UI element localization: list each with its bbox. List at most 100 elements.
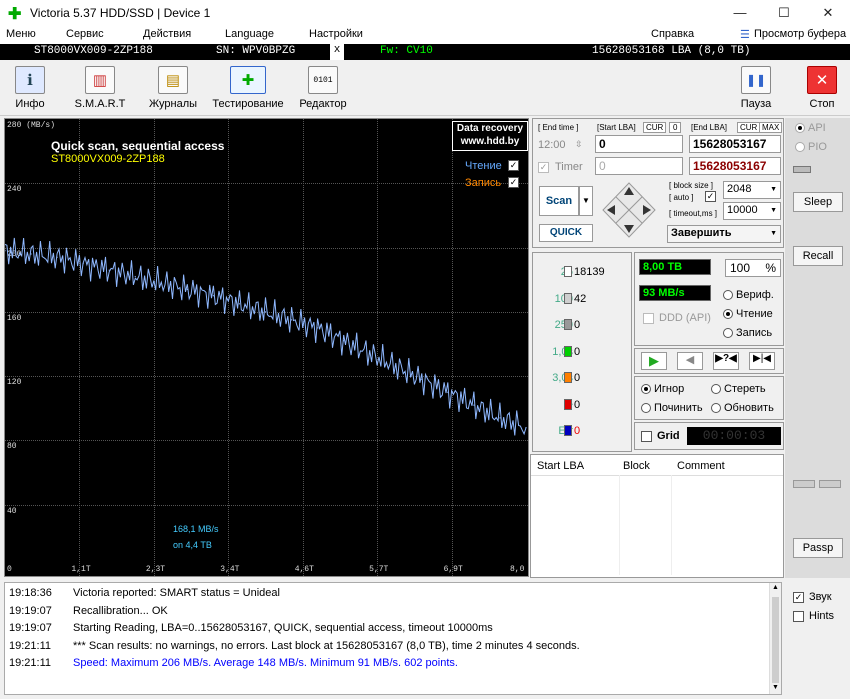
pause-button[interactable]: ❚❚ Пауза: [738, 66, 774, 110]
scroll-down-icon[interactable]: ▼: [772, 684, 779, 691]
block-lamp[interactable]: [564, 425, 572, 436]
write-option[interactable]: Запись: [723, 327, 772, 339]
pio-option[interactable]: PIO: [795, 141, 827, 153]
ddd-checkbox[interactable]: [643, 313, 654, 324]
read-radio[interactable]: [723, 309, 733, 320]
end-lba-field[interactable]: 15628053167: [689, 135, 781, 153]
control-panel: [ End time ] [Start LBA] CUR 0 [End LBA]…: [530, 118, 784, 578]
erase-radio[interactable]: [711, 384, 721, 395]
block-size-value: 2048: [727, 183, 752, 195]
testing-button[interactable]: ✚ Тестирование: [212, 66, 284, 110]
stop-button[interactable]: ✕ Стоп: [804, 66, 840, 110]
menu-item-language[interactable]: Language: [225, 28, 274, 40]
sound-checkbox[interactable]: ✓: [793, 592, 804, 603]
timer-field[interactable]: 0: [595, 157, 683, 175]
write-radio[interactable]: [723, 328, 733, 339]
percent-value: 100: [730, 261, 751, 275]
speed-point: [108, 269, 110, 271]
log-message: Recallibration... OK: [73, 604, 168, 617]
repair-option[interactable]: Починить: [641, 402, 703, 414]
side-panel: API PIO Sleep Recall Passp: [785, 118, 850, 578]
read-option[interactable]: Чтение: [723, 308, 773, 320]
end-cur-button[interactable]: CUR: [737, 122, 761, 133]
small-button-1[interactable]: [793, 480, 815, 488]
ignore-radio[interactable]: [641, 384, 651, 395]
timeout-select[interactable]: 10000 ▼: [723, 202, 781, 220]
editor-button[interactable]: 0101 Редактор: [296, 66, 350, 110]
api-radio[interactable]: [795, 123, 805, 134]
log-time: 19:19:07: [9, 622, 52, 634]
play-icon[interactable]: ▶: [641, 352, 667, 370]
verify-option[interactable]: Вериф.: [723, 289, 774, 301]
start-lba-field[interactable]: 0: [595, 135, 683, 153]
block-lamp[interactable]: [564, 398, 572, 410]
block-lamp[interactable]: [564, 292, 572, 304]
col-comment[interactable]: Comment: [677, 460, 725, 472]
block-size-select[interactable]: 2048 ▼: [723, 181, 781, 199]
timer-checkbox[interactable]: ✓: [538, 162, 549, 173]
hints-checkbox[interactable]: [793, 611, 804, 622]
menu-item-service[interactable]: Сервис: [66, 28, 104, 40]
finish-select[interactable]: Завершить ▼: [667, 225, 781, 243]
close-button[interactable]: ✕: [806, 0, 850, 26]
pio-radio[interactable]: [795, 142, 805, 153]
update-option[interactable]: Обновить: [711, 402, 774, 414]
log-scrollbar[interactable]: ▲ ▼: [769, 583, 781, 694]
grid-checkbox[interactable]: [641, 431, 652, 442]
col-block[interactable]: Block: [623, 460, 650, 472]
update-radio[interactable]: [711, 403, 721, 414]
device-lba: 15628053168 LBA (8,0 TB): [592, 45, 751, 57]
start-cur-button[interactable]: CUR: [643, 122, 667, 133]
block-lamp[interactable]: [564, 345, 572, 357]
smart-button[interactable]: ▥ S.M.A.R.T: [72, 66, 128, 110]
reverse-icon[interactable]: ◀: [677, 352, 703, 370]
minimize-button[interactable]: —: [718, 0, 762, 26]
block-lamp[interactable]: [564, 372, 572, 383]
scan-button[interactable]: Scan: [539, 186, 579, 216]
sleep-button[interactable]: Sleep: [793, 192, 843, 212]
speed-point: [5, 250, 6, 252]
end-lba-field-2[interactable]: 15628053167: [689, 157, 781, 175]
scan-dropdown-icon[interactable]: ▼: [579, 186, 593, 216]
menu-item-actions[interactable]: Действия: [143, 28, 191, 40]
random-icon[interactable]: ▶?◀: [713, 352, 739, 370]
scroll-thumb[interactable]: [772, 597, 779, 683]
repair-radio[interactable]: [641, 403, 651, 414]
log-message: Starting Reading, LBA=0..15628053167, QU…: [73, 622, 493, 634]
write-checkbox[interactable]: ✓: [508, 177, 519, 188]
device-close-x[interactable]: x: [330, 44, 344, 60]
start-zero-button[interactable]: 0: [669, 122, 682, 133]
butterfly-icon[interactable]: ▶|◀: [749, 352, 775, 370]
ddd-label: DDD (API): [659, 312, 711, 324]
small-button-2[interactable]: [819, 480, 841, 488]
menu-item-menu[interactable]: Меню: [6, 28, 36, 40]
menu-item-buffer[interactable]: Просмотр буфера: [754, 28, 846, 40]
verify-radio[interactable]: [723, 290, 733, 301]
quick-button[interactable]: QUICK: [539, 224, 593, 242]
ignore-option[interactable]: Игнор: [641, 383, 684, 395]
scroll-up-icon[interactable]: ▲: [772, 584, 779, 591]
end-max-button[interactable]: MAX: [759, 122, 783, 133]
col-start-lba[interactable]: Start LBA: [537, 460, 584, 472]
logs-button[interactable]: ▤ Журналы: [148, 66, 198, 110]
block-counter-row: 3,0s 0: [537, 369, 633, 389]
menu-item-help[interactable]: Справка: [651, 28, 694, 40]
auto-checkbox[interactable]: ✓: [705, 191, 716, 202]
log-options: ✓ Звук Hints: [785, 582, 850, 695]
time-spin-icon[interactable]: ⇳: [575, 139, 583, 150]
maximize-button[interactable]: ☐: [762, 0, 806, 26]
info-button[interactable]: ℹ Инфо: [10, 66, 50, 110]
end-time-value[interactable]: 12:00: [538, 139, 566, 151]
direction-pad-icon[interactable]: [601, 181, 657, 239]
read-checkbox[interactable]: ✓: [508, 160, 519, 171]
passp-button[interactable]: Passp: [793, 538, 843, 558]
info-icon: ℹ: [15, 66, 45, 94]
block-lamp[interactable]: [564, 319, 572, 330]
block-lamp[interactable]: [564, 266, 572, 277]
data-recovery-badge[interactable]: Data recovery www.hdd.by: [452, 121, 528, 151]
recall-button[interactable]: Recall: [793, 246, 843, 266]
erase-option[interactable]: Стереть: [711, 383, 766, 395]
buffer-icon: ☰: [740, 29, 750, 41]
api-option[interactable]: API: [795, 122, 826, 134]
menu-item-settings[interactable]: Настройки: [309, 28, 363, 40]
